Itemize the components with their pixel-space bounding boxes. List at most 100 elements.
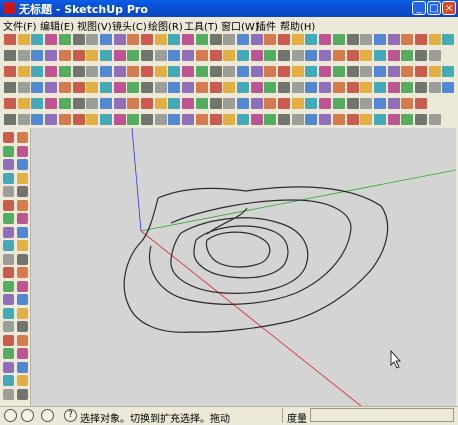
toolbar-tool-icon[interactable] [31,114,44,125]
toolbar-tool-icon[interactable] [4,82,16,93]
menu-tools[interactable]: 工具(T) [184,18,218,33]
toolbar-tool-icon[interactable] [72,66,85,77]
drawing-tool-icon[interactable] [3,132,14,143]
drawing-tool-icon[interactable] [3,388,14,400]
toolbar-tool-icon[interactable] [58,82,71,93]
toolbar-tool-icon[interactable] [428,34,441,45]
toolbar-tool-icon[interactable] [346,82,359,93]
drawing-tool-icon[interactable] [3,294,14,305]
toolbar-tool-icon[interactable] [360,66,373,77]
toolbar-tool-icon[interactable] [373,50,386,61]
toolbar-tool-icon[interactable] [305,66,318,77]
toolbar-tool-icon[interactable] [113,50,126,61]
toolbar-tool-icon[interactable] [141,50,153,61]
drawing-tool-icon[interactable] [17,132,28,143]
drawing-tool-icon[interactable] [17,267,28,278]
toolbar-tool-icon[interactable] [72,50,85,61]
toolbar-tool-icon[interactable] [195,114,208,125]
toolbar-tool-icon[interactable] [154,82,167,93]
toolbar-tool-icon[interactable] [387,98,400,109]
credits-icon[interactable] [21,409,34,422]
drawing-tool-icon[interactable] [3,172,14,184]
toolbar-tool-icon[interactable] [305,82,318,93]
drawing-tool-icon[interactable] [3,226,14,238]
toolbar-tool-icon[interactable] [127,50,140,61]
toolbar-tool-icon[interactable] [99,50,112,61]
toolbar-tool-icon[interactable] [428,50,441,61]
toolbar-tool-icon[interactable] [86,66,99,77]
drawing-tool-icon[interactable] [3,375,14,386]
drawing-tool-icon[interactable] [3,186,14,197]
toolbar-tool-icon[interactable] [428,114,441,125]
menu-draw[interactable]: 绘图(R) [148,18,183,33]
toolbar-tool-icon[interactable] [168,82,181,93]
toolbar-tool-icon[interactable] [319,50,332,61]
toolbar-tool-icon[interactable] [264,82,277,93]
toolbar-tool-icon[interactable] [346,114,359,125]
toolbar-tool-icon[interactable] [223,50,236,61]
toolbar-tool-icon[interactable] [332,98,345,109]
drawing-tool-icon[interactable] [3,159,14,170]
menu-window[interactable]: 窗口(W) [221,18,259,33]
toolbar-tool-icon[interactable] [223,114,236,125]
toolbar-tool-icon[interactable] [305,50,318,61]
menu-view[interactable]: 视图(V) [77,18,112,33]
toolbar-tool-icon[interactable] [17,66,30,77]
toolbar-tool-icon[interactable] [127,114,140,125]
toolbar-tool-icon[interactable] [236,50,249,61]
toolbar-tool-icon[interactable] [305,34,318,45]
toolbar-tool-icon[interactable] [113,66,126,77]
drawing-tool-icon[interactable] [3,240,14,251]
toolbar-tool-icon[interactable] [428,82,441,93]
toolbar-tool-icon[interactable] [236,34,249,45]
toolbar-tool-icon[interactable] [86,114,99,125]
toolbar-tool-icon[interactable] [17,98,30,109]
toolbar-tool-icon[interactable] [319,34,332,45]
toolbar-tool-icon[interactable] [223,82,236,93]
toolbar-tool-icon[interactable] [319,98,332,109]
toolbar-tool-icon[interactable] [31,34,44,45]
toolbar-tool-icon[interactable] [72,34,85,45]
toolbar-tool-icon[interactable] [45,66,58,77]
toolbar-tool-icon[interactable] [209,98,222,109]
toolbar-tool-icon[interactable] [195,50,208,61]
toolbar-tool-icon[interactable] [45,98,58,109]
toolbar-tool-icon[interactable] [401,82,414,93]
toolbar-tool-icon[interactable] [236,82,249,93]
drawing-tool-icon[interactable] [3,253,14,265]
toolbar-tool-icon[interactable] [373,66,386,77]
toolbar-tool-icon[interactable] [278,82,290,93]
drawing-tool-icon[interactable] [3,199,14,211]
toolbar-tool-icon[interactable] [291,50,304,61]
toolbar-tool-icon[interactable] [373,34,386,45]
drawing-tool-icon[interactable] [3,307,14,319]
toolbar-tool-icon[interactable] [278,98,290,109]
toolbar-tool-icon[interactable] [141,98,153,109]
toolbar-tool-icon[interactable] [319,66,332,77]
toolbar-tool-icon[interactable] [250,82,263,93]
toolbar-tool-icon[interactable] [113,98,126,109]
drawing-tool-icon[interactable] [17,388,28,400]
toolbar-tool-icon[interactable] [154,114,167,125]
toolbar-tool-icon[interactable] [278,50,290,61]
toolbar-tool-icon[interactable] [332,82,345,93]
toolbar-tool-icon[interactable] [17,82,30,93]
toolbar-tool-icon[interactable] [45,50,58,61]
toolbar-tool-icon[interactable] [236,98,249,109]
toolbar-tool-icon[interactable] [442,34,455,45]
toolbar-tool-icon[interactable] [319,114,332,125]
toolbar-tool-icon[interactable] [401,66,414,77]
drawing-tool-icon[interactable] [17,199,28,211]
toolbar-tool-icon[interactable] [373,114,386,125]
drawing-viewport[interactable] [31,128,456,406]
drawing-tool-icon[interactable] [17,348,28,359]
toolbar-tool-icon[interactable] [58,98,71,109]
toolbar-tool-icon[interactable] [401,114,414,125]
toolbar-tool-icon[interactable] [291,82,304,93]
toolbar-tool-icon[interactable] [17,50,30,61]
toolbar-tool-icon[interactable] [360,34,373,45]
drawing-tool-icon[interactable] [17,172,28,184]
toolbar-tool-icon[interactable] [264,34,277,45]
toolbar-tool-icon[interactable] [99,114,112,125]
toolbar-tool-icon[interactable] [168,114,181,125]
